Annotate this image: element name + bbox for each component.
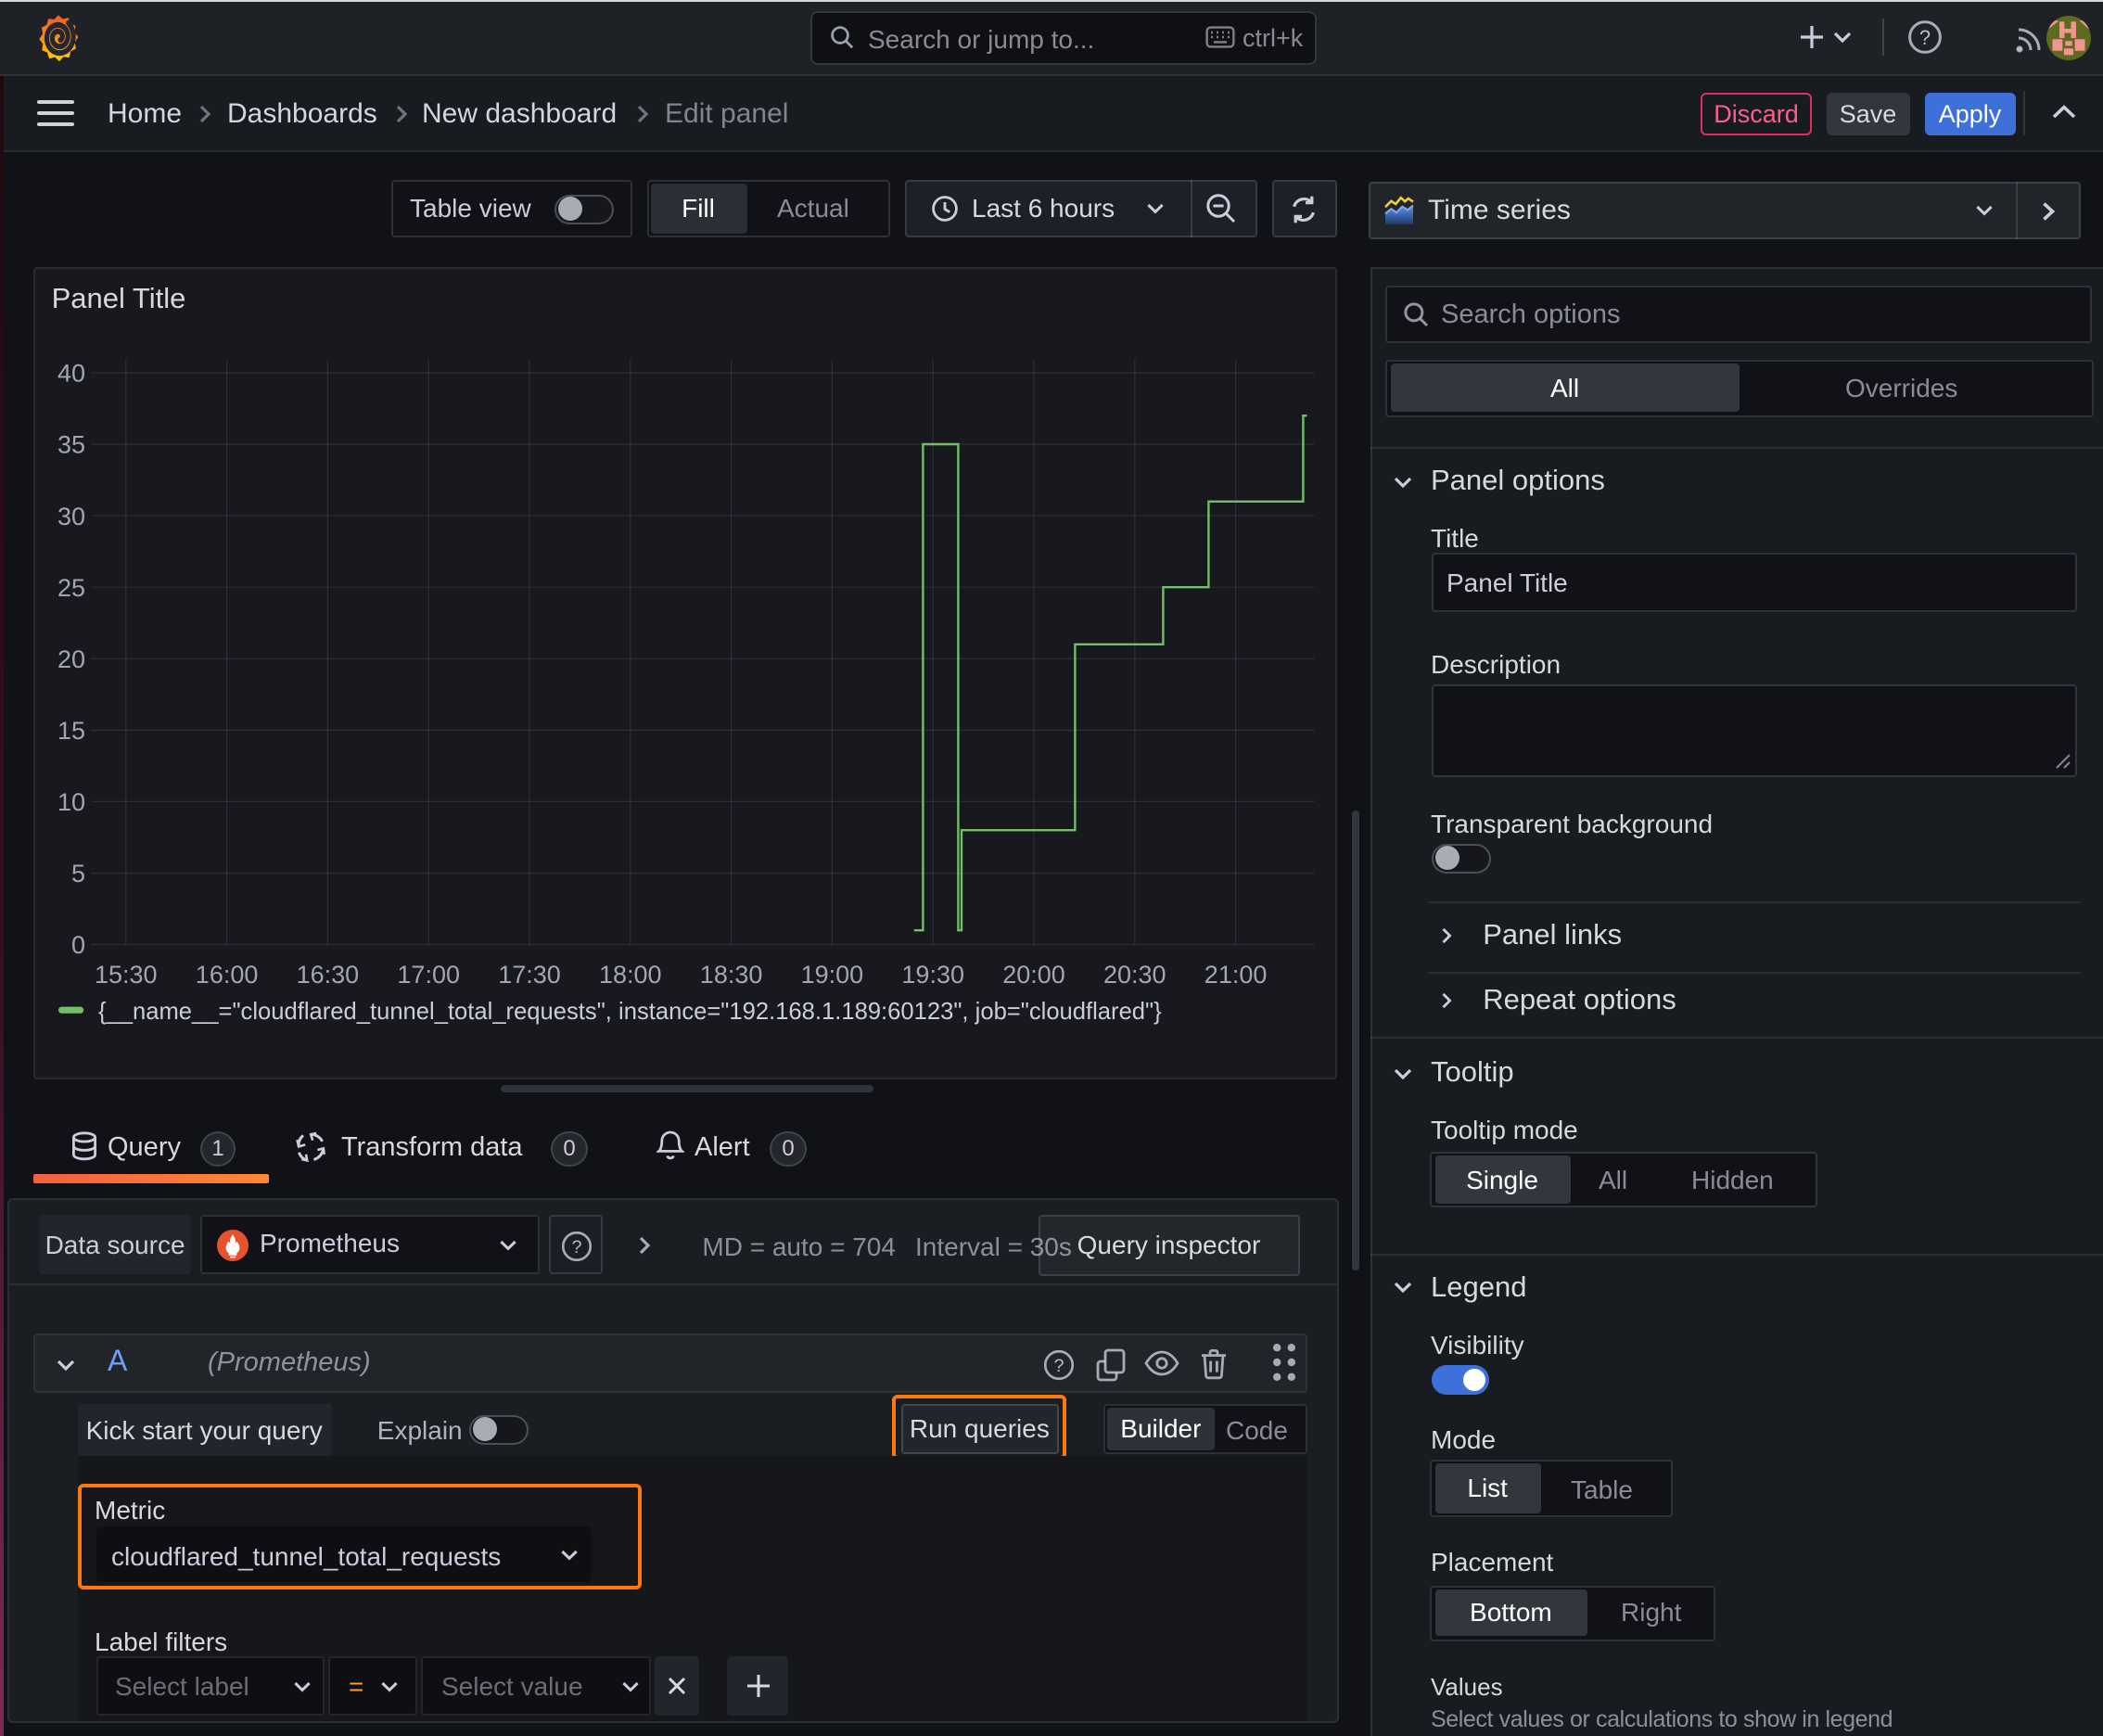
- svg-text:?: ?: [1053, 1355, 1064, 1375]
- svg-text:0: 0: [71, 931, 85, 959]
- svg-text:20:00: 20:00: [1002, 961, 1065, 989]
- svg-text:25: 25: [57, 574, 85, 602]
- svg-text:17:00: 17:00: [397, 961, 460, 989]
- svg-text:30: 30: [57, 503, 85, 530]
- svg-text:17:30: 17:30: [498, 961, 561, 989]
- svg-text:10: 10: [57, 788, 85, 816]
- svg-text:35: 35: [57, 431, 85, 459]
- svg-text:18:00: 18:00: [599, 961, 662, 989]
- svg-text:15:30: 15:30: [95, 961, 158, 989]
- svg-text:16:00: 16:00: [195, 961, 258, 989]
- svg-text:5: 5: [71, 860, 85, 887]
- svg-text:18:30: 18:30: [699, 961, 762, 989]
- svg-text:19:30: 19:30: [901, 961, 964, 989]
- svg-text:?: ?: [1919, 26, 1931, 49]
- svg-text:16:30: 16:30: [296, 961, 359, 989]
- svg-text:21:00: 21:00: [1204, 961, 1267, 989]
- svg-text:20: 20: [57, 645, 85, 673]
- svg-text:15: 15: [57, 717, 85, 745]
- svg-text:19:00: 19:00: [800, 961, 863, 989]
- svg-text:40: 40: [57, 360, 85, 388]
- svg-text:?: ?: [570, 1236, 580, 1257]
- svg-text:{__name__="cloudflared_tunnel_: {__name__="cloudflared_tunnel_total_requ…: [98, 999, 1162, 1025]
- svg-text:20:30: 20:30: [1103, 961, 1166, 989]
